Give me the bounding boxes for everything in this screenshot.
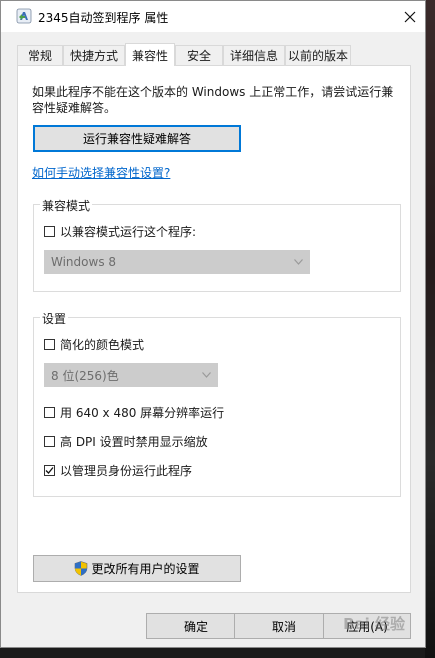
tab-compatibility[interactable]: 兼容性 <box>125 43 175 66</box>
change-all-users-label: 更改所有用户的设置 <box>91 562 200 576</box>
compatibility-panel: 如果此程序不能在这个版本的 Windows 上正常工作，请尝试运行兼 容性疑难解… <box>17 65 411 593</box>
high-dpi-label: 高 DPI 设置时禁用显示缩放 <box>60 435 208 449</box>
program-shortcut-icon <box>16 8 32 24</box>
properties-dialog: 2345自动签到程序 属性 常规 快捷方式 兼容性 安全 详细信息 以前的版本 … <box>0 0 426 648</box>
compatibility-mode-checkbox-row[interactable]: 以兼容模式运行这个程序: <box>44 223 196 240</box>
checkmark-icon <box>45 467 54 474</box>
intro-text-line2: 容性疑难解答。 <box>32 101 117 115</box>
compatibility-mode-group: 兼容模式 以兼容模式运行这个程序: Windows 8 <box>33 197 401 292</box>
intro-text-line1: 如果此程序不能在这个版本的 Windows 上正常工作，请尝试运行兼 <box>32 85 394 99</box>
chevron-down-icon <box>202 372 211 378</box>
compatibility-mode-label: 兼容模式 <box>40 197 93 214</box>
close-icon <box>404 11 416 22</box>
run-troubleshooter-button[interactable]: 运行兼容性疑难解答 <box>33 125 241 152</box>
color-depth-value: 8 位(256)色 <box>51 368 119 383</box>
high-dpi-checkbox-row[interactable]: 高 DPI 设置时禁用显示缩放 <box>44 433 208 450</box>
resolution-640-label: 用 640 x 480 屏幕分辨率运行 <box>60 406 225 420</box>
tab-previous-versions[interactable]: 以前的版本 <box>285 45 351 65</box>
tab-general[interactable]: 常规 <box>17 45 63 65</box>
compatibility-mode-checkbox-label: 以兼容模式运行这个程序: <box>60 225 197 239</box>
ok-button[interactable]: 确定 <box>146 613 246 639</box>
manual-settings-link[interactable]: 如何手动选择兼容性设置? <box>32 164 170 181</box>
high-dpi-checkbox[interactable] <box>44 436 55 447</box>
run-as-admin-checkbox[interactable] <box>44 465 55 476</box>
color-depth-select[interactable]: 8 位(256)色 <box>44 363 218 387</box>
change-all-users-button[interactable]: 更改所有用户的设置 <box>33 555 241 582</box>
os-version-select[interactable]: Windows 8 <box>44 250 310 274</box>
resolution-640-checkbox[interactable] <box>44 407 55 418</box>
title-bar: 2345自动签到程序 属性 <box>1 1 425 32</box>
reduced-color-label: 简化的颜色模式 <box>60 338 145 352</box>
settings-group: 设置 简化的颜色模式 8 位(256)色 用 640 x 480 屏幕分辨率运行… <box>33 310 401 497</box>
run-as-admin-label: 以管理员身份运行此程序 <box>60 464 193 478</box>
resolution-640-checkbox-row[interactable]: 用 640 x 480 屏幕分辨率运行 <box>44 404 224 421</box>
apply-button[interactable]: 应用(A) <box>323 613 411 639</box>
cancel-button[interactable]: 取消 <box>234 613 334 639</box>
reduced-color-checkbox[interactable] <box>44 339 55 350</box>
os-version-value: Windows 8 <box>51 255 117 269</box>
reduced-color-checkbox-row[interactable]: 简化的颜色模式 <box>44 336 144 353</box>
tab-security[interactable]: 安全 <box>175 45 223 65</box>
uac-shield-icon <box>75 561 88 576</box>
tab-details[interactable]: 详细信息 <box>223 45 285 65</box>
close-button[interactable] <box>395 1 425 32</box>
settings-group-label: 设置 <box>40 310 69 327</box>
chevron-down-icon <box>294 259 303 265</box>
tab-shortcut[interactable]: 快捷方式 <box>63 45 125 65</box>
compatibility-mode-checkbox[interactable] <box>44 226 55 237</box>
run-as-admin-checkbox-row[interactable]: 以管理员身份运行此程序 <box>44 462 192 479</box>
desktop-background <box>425 0 435 658</box>
window-title: 2345自动签到程序 属性 <box>38 11 169 25</box>
